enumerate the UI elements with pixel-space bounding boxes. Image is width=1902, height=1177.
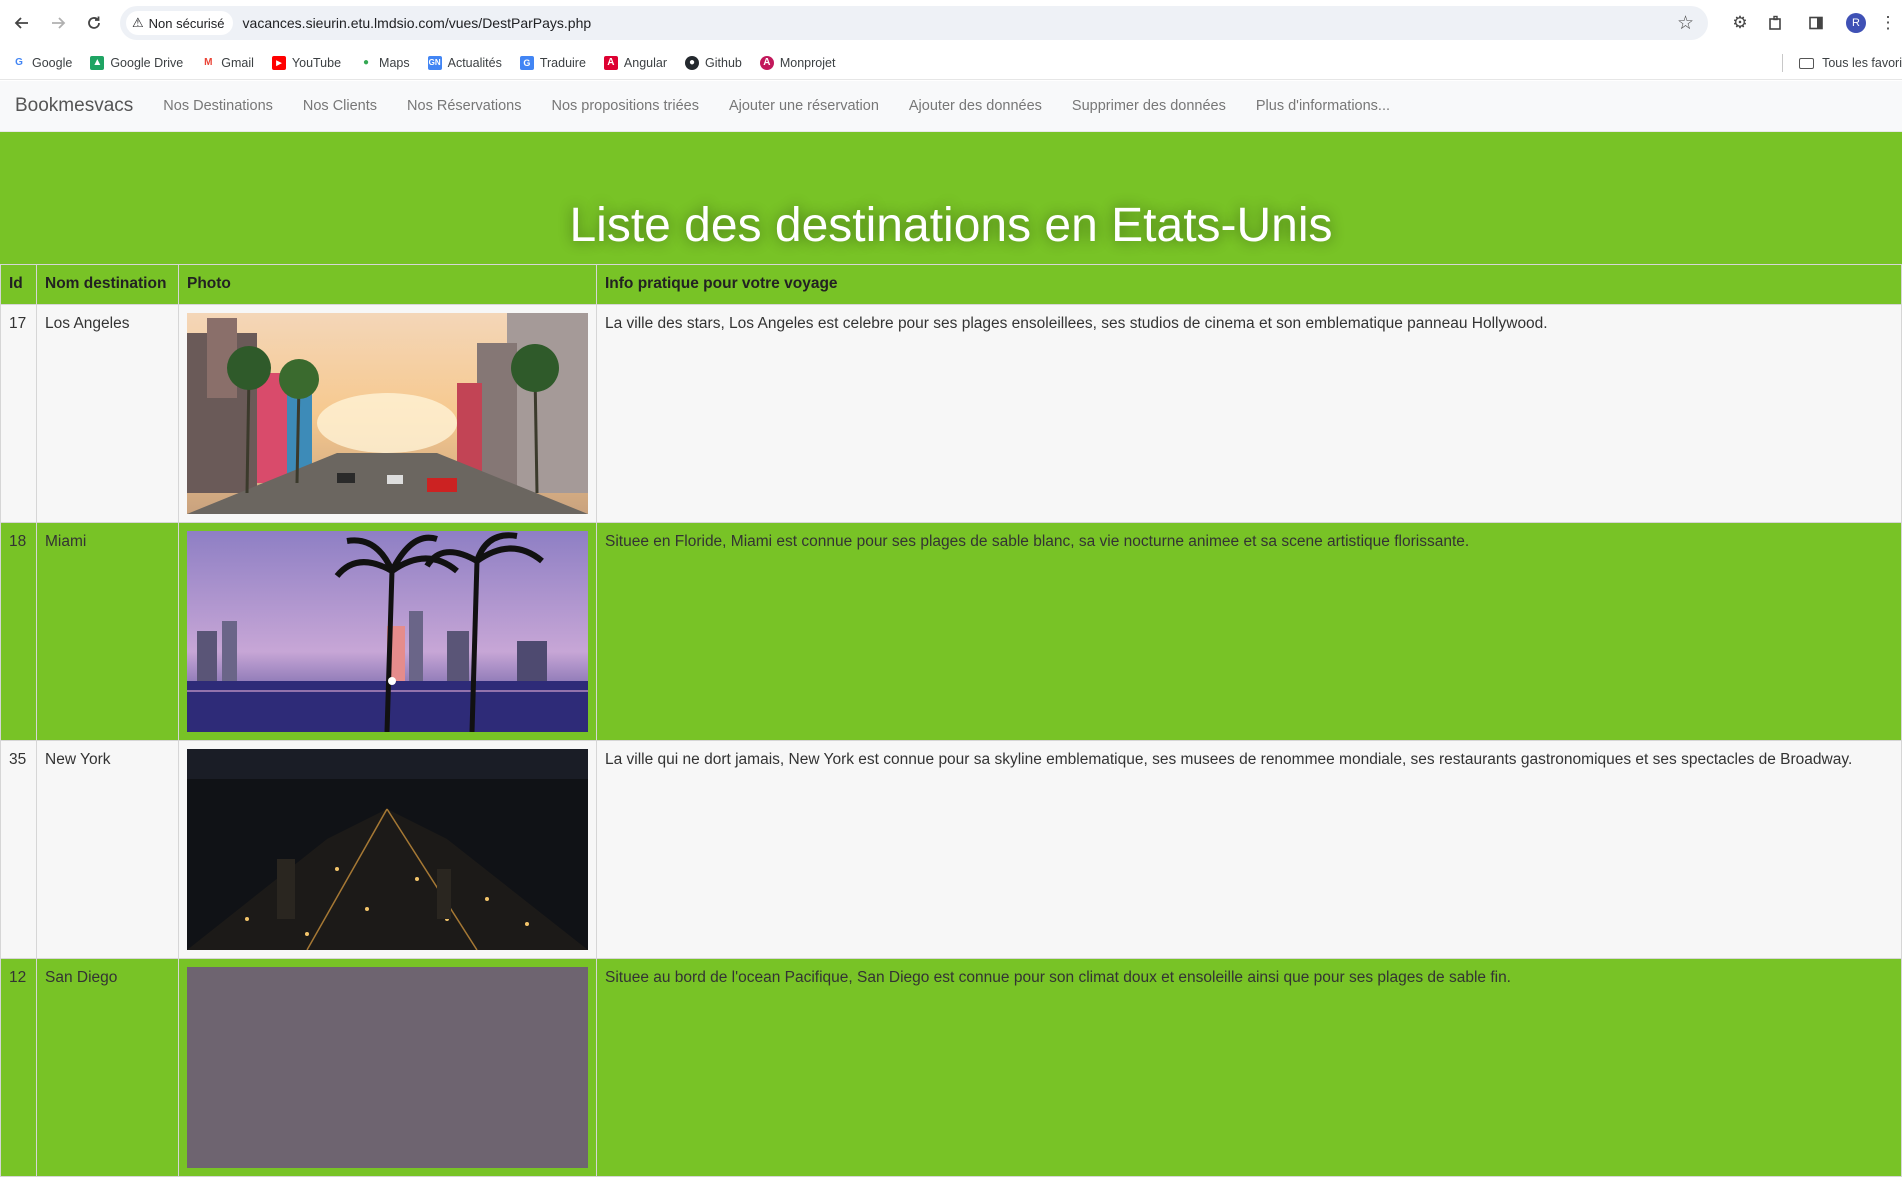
destinations-table: Id Nom destination Photo Info pratique p… — [0, 264, 1902, 1177]
bookmark-translate[interactable]: G Traduire — [519, 55, 586, 70]
bookmarks-bar: G Google ▲ Google Drive M Gmail ▶ YouTube ● M… — [0, 46, 1902, 80]
cell-name: New York — [36, 740, 179, 959]
profile-avatar[interactable]: R — [1838, 13, 1874, 33]
nav-destinations[interactable]: Nos Destinations — [163, 98, 273, 114]
security-label: Non sécurisé — [148, 15, 225, 31]
bookmark-label: Google Drive — [110, 55, 184, 70]
monprojet-icon: A — [759, 55, 774, 70]
header-photo: Photo — [178, 264, 597, 305]
nav-add-reservation[interactable]: Ajouter une réservation — [729, 98, 879, 114]
nav-delete-data[interactable]: Supprimer des données — [1072, 98, 1226, 114]
nav-propositions[interactable]: Nos propositions triées — [551, 98, 699, 114]
forward-arrow-icon[interactable] — [40, 5, 76, 41]
nav-reservations[interactable]: Nos Réservations — [407, 98, 521, 114]
cell-id: 17 — [0, 304, 37, 523]
table-row: 35 New York La ville qui ne dort jamais,… — [0, 740, 1902, 959]
bookmark-label: Actualités — [447, 55, 502, 70]
header-name: Nom destination — [36, 264, 179, 305]
bookmark-youtube[interactable]: ▶ YouTube — [271, 55, 342, 70]
bookmark-star-icon[interactable]: ☆ — [1677, 12, 1694, 35]
bookmark-news[interactable]: GN Actualités — [427, 55, 502, 70]
translate-icon: G — [519, 55, 534, 70]
bookmark-angular[interactable]: A Angular — [603, 55, 668, 70]
extensions-puzzle-icon[interactable] — [1758, 15, 1794, 31]
bookmark-monprojet[interactable]: A Monprojet — [759, 55, 836, 70]
github-icon: ● — [685, 55, 700, 70]
bookmark-label: Traduire — [539, 55, 586, 70]
cell-id: 18 — [0, 522, 37, 741]
bookmark-github[interactable]: ● Github — [685, 55, 742, 70]
brand-link[interactable]: Bookmesvacs — [15, 95, 133, 117]
bookmark-label: Angular — [623, 55, 668, 70]
back-arrow-icon[interactable] — [4, 5, 40, 41]
profile-initial: R — [1846, 13, 1866, 33]
bookmark-google[interactable]: G Google — [12, 55, 73, 70]
bookmark-google-drive[interactable]: ▲ Google Drive — [90, 55, 184, 70]
cell-photo — [178, 304, 597, 523]
los-angeles-photo — [187, 313, 588, 514]
cell-name: Los Angeles — [36, 304, 179, 523]
page-title: Liste des destinations en Etats-Unis — [569, 199, 1333, 252]
bookmark-gmail[interactable]: M Gmail — [201, 55, 254, 70]
new-york-photo — [187, 749, 588, 950]
warning-icon: ⚠ — [132, 15, 144, 30]
bookmark-maps[interactable]: ● Maps — [359, 55, 410, 70]
cell-info: Situee en Floride, Miami est connue pour… — [596, 522, 1902, 741]
all-bookmarks[interactable]: Tous les favori — [1782, 46, 1902, 80]
header-info: Info pratique pour votre voyage — [596, 264, 1902, 305]
san-diego-photo — [187, 967, 588, 1168]
nav-add-data[interactable]: Ajouter des données — [909, 98, 1042, 114]
reload-icon[interactable] — [76, 5, 112, 41]
url-text[interactable]: vacances.sieurin.etu.lmdsio.com/vues/Des… — [243, 15, 592, 31]
extension-gear-icon[interactable]: ⚙ — [1722, 13, 1758, 33]
angular-icon: A — [603, 55, 618, 70]
cell-photo — [178, 522, 597, 741]
maps-icon: ● — [359, 55, 374, 70]
browser-toolbar: ⚠ Non sécurisé vacances.sieurin.etu.lmds… — [0, 0, 1902, 46]
gmail-icon: M — [201, 55, 216, 70]
all-bookmarks-label: Tous les favori — [1822, 56, 1902, 70]
bookmark-label: Maps — [379, 55, 410, 70]
table-row: 12 San Diego Situee au bord de l'ocean P… — [0, 958, 1902, 1177]
address-bar[interactable]: ⚠ Non sécurisé vacances.sieurin.etu.lmds… — [120, 6, 1708, 40]
site-navbar: Bookmesvacs Nos Destinations Nos Clients… — [0, 81, 1902, 132]
cell-info: La ville des stars, Los Angeles est cele… — [596, 304, 1902, 523]
news-icon: GN — [427, 55, 442, 70]
bookmarks-divider — [1782, 54, 1784, 72]
google-icon: G — [12, 55, 26, 70]
header-id: Id — [0, 264, 37, 305]
hero-banner: Liste des destinations en Etats-Unis — [0, 132, 1902, 264]
cell-photo — [178, 958, 597, 1177]
nav-clients[interactable]: Nos Clients — [303, 98, 377, 114]
cell-id: 12 — [0, 958, 37, 1177]
table-header-row: Id Nom destination Photo Info pratique p… — [0, 264, 1902, 305]
folder-icon — [1799, 57, 1815, 69]
bookmark-label: Gmail — [221, 55, 254, 70]
drive-icon: ▲ — [90, 55, 105, 70]
nav-more-info[interactable]: Plus d'informations... — [1256, 98, 1390, 114]
bookmark-label: Google — [32, 55, 73, 70]
bookmark-label: Github — [705, 55, 742, 70]
table-row: 18 Miami Situee en Floride, Miami est co… — [0, 522, 1902, 741]
security-chip[interactable]: ⚠ Non sécurisé — [126, 11, 233, 35]
bookmark-label: YouTube — [291, 55, 342, 70]
menu-kebab-icon[interactable]: ⋮ — [1874, 13, 1902, 33]
cell-info: La ville qui ne dort jamais, New York es… — [596, 740, 1902, 959]
youtube-icon: ▶ — [271, 55, 286, 70]
miami-photo — [187, 531, 588, 732]
cell-id: 35 — [0, 740, 37, 959]
table-row: 17 Los Angeles La ville des stars, Los A… — [0, 304, 1902, 523]
cell-info: Situee au bord de l'ocean Pacifique, San… — [596, 958, 1902, 1177]
cell-name: Miami — [36, 522, 179, 741]
side-panel-icon[interactable] — [1794, 15, 1838, 31]
cell-photo — [178, 740, 597, 959]
cell-name: San Diego — [36, 958, 179, 1177]
bookmark-label: Monprojet — [779, 55, 836, 70]
